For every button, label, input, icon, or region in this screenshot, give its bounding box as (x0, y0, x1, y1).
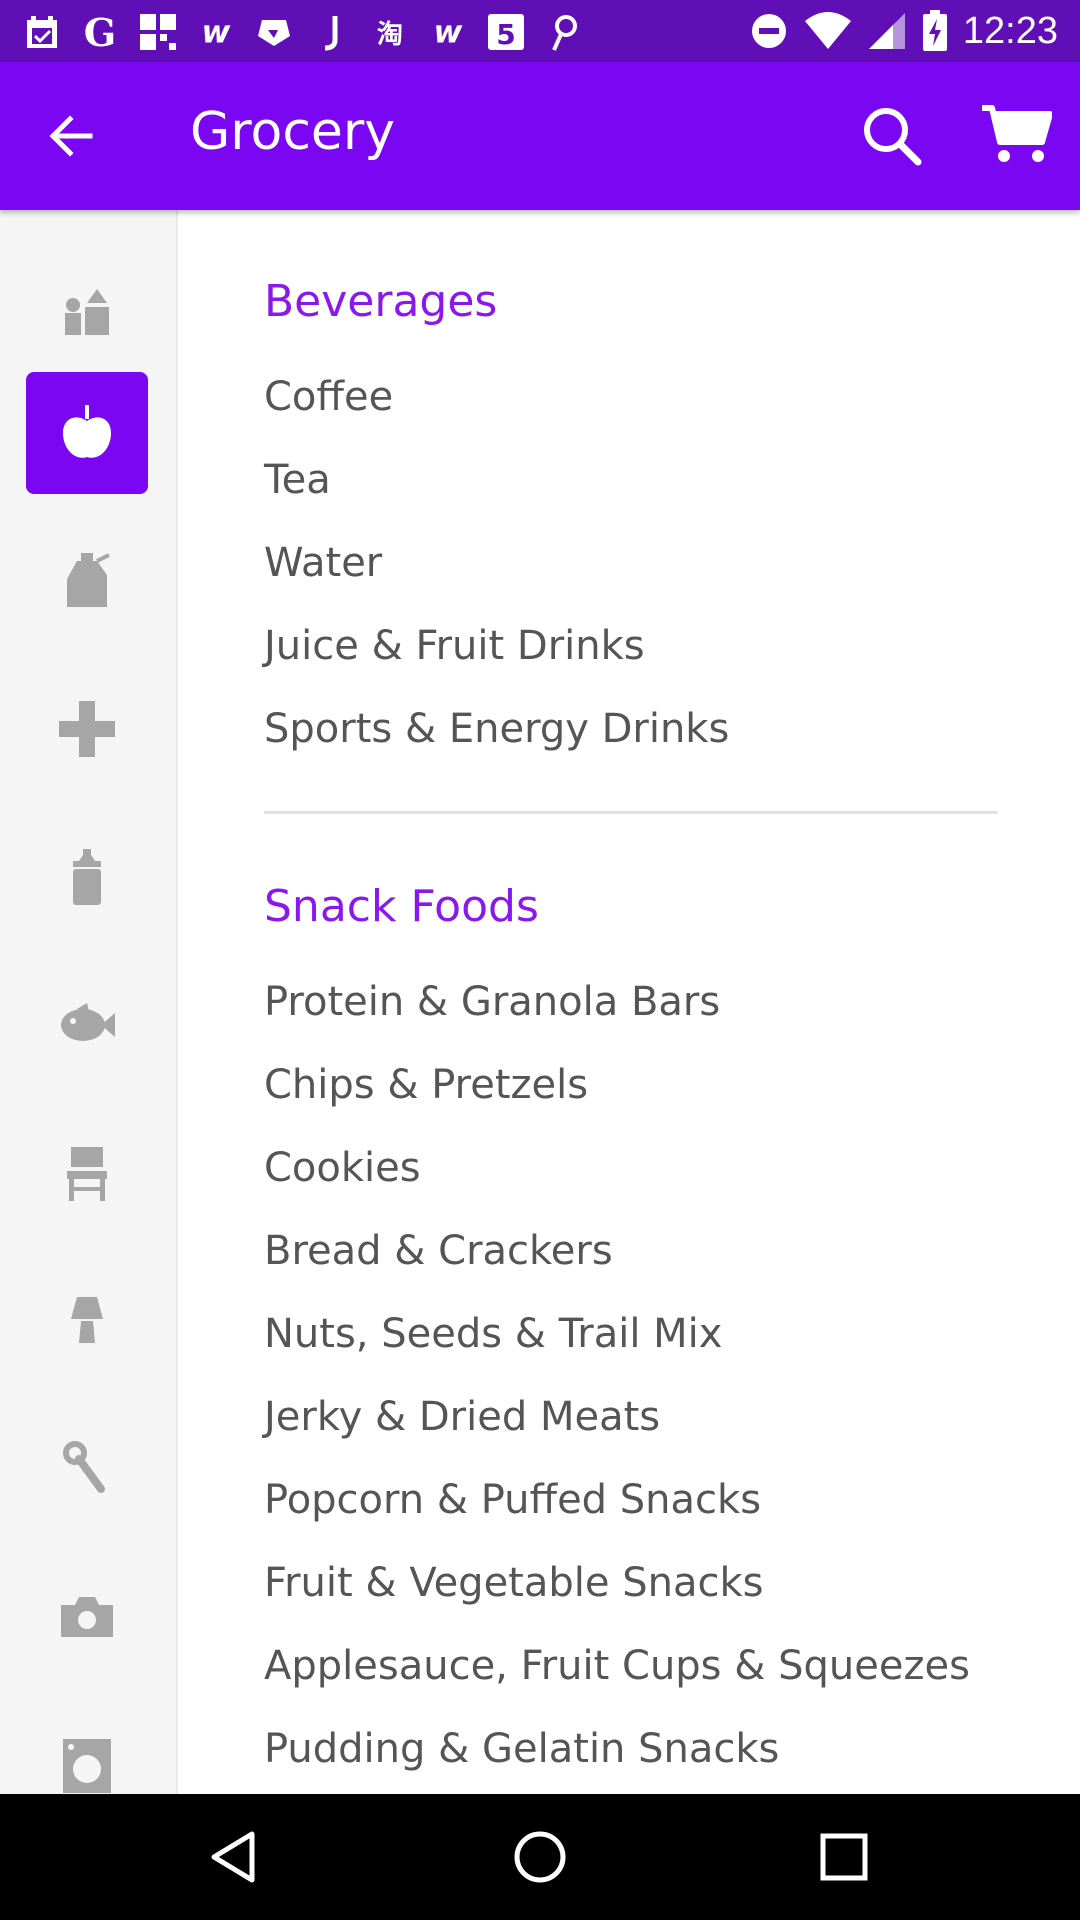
status-bar: G w 淘 w 5 12:23 (0, 0, 1080, 62)
sidebar-item-baby[interactable] (26, 816, 148, 938)
list-item[interactable]: Sports & Energy Drinks (264, 706, 729, 752)
list-item[interactable]: Juice & Fruit Drinks (264, 623, 645, 669)
back-button[interactable] (42, 106, 102, 166)
list-item[interactable]: Jerky & Dried Meats (264, 1394, 660, 1440)
svg-text:5: 5 (496, 18, 515, 51)
svg-text:淘: 淘 (377, 20, 403, 50)
apple-icon (63, 405, 111, 458)
notification-icons: G w 淘 w 5 (22, 10, 584, 54)
sidebar-item-health[interactable] (26, 668, 148, 790)
sidebar-item-appliances[interactable] (26, 1704, 148, 1794)
j-icon (312, 12, 352, 52)
pinterest-icon (544, 12, 584, 52)
svg-text:G: G (84, 12, 116, 52)
list-item[interactable]: Coffee (264, 374, 393, 420)
back-triangle-icon (211, 1831, 255, 1883)
search-icon (864, 108, 922, 166)
system-nav-bar (0, 1794, 1080, 1920)
pet-fish-icon (61, 1003, 115, 1041)
health-plus-icon (59, 701, 115, 757)
calendar-icon (22, 12, 62, 52)
nav-recents-button[interactable] (809, 1822, 879, 1892)
camera-icon (61, 1597, 113, 1637)
wrench-icon (63, 1441, 105, 1493)
section-title-snack-foods: Snack Foods (264, 881, 539, 932)
arrow-back-icon (49, 115, 93, 157)
svg-text:w: w (202, 14, 231, 50)
toys-icon (65, 289, 109, 335)
section-title-beverages: Beverages (264, 276, 498, 327)
bottle-icon (67, 553, 110, 607)
list-item[interactable]: Cookies (264, 1145, 421, 1191)
cart-icon (982, 105, 1053, 162)
app-bar: Grocery (0, 62, 1080, 210)
shield-icon (254, 12, 294, 52)
lamp-icon (71, 1297, 103, 1343)
baby-bottle-icon (73, 849, 101, 905)
taobao-icon: 淘 (370, 12, 410, 52)
list-item[interactable]: Bread & Crackers (264, 1228, 613, 1274)
sidebar-item-household[interactable] (26, 520, 148, 642)
list-item[interactable]: Tea (264, 457, 331, 503)
recents-square-icon (820, 1833, 868, 1881)
search-button[interactable] (858, 102, 926, 170)
svg-text:w: w (434, 14, 463, 50)
sidebar-item-home-decor[interactable] (26, 1260, 148, 1382)
system-status: 12:23 (749, 8, 1058, 54)
category-list: Beverages Coffee Tea Water Juice & Fruit… (178, 210, 1080, 1794)
cart-button[interactable] (980, 100, 1053, 172)
html5-icon: 5 (486, 12, 526, 52)
list-item[interactable]: Fruit & Vegetable Snacks (264, 1560, 763, 1606)
list-item[interactable]: Applesauce, Fruit Cups & Squeezes (264, 1643, 970, 1689)
home-circle-icon (514, 1831, 566, 1883)
grid-icon (138, 12, 178, 52)
sidebar-item-grocery[interactable] (26, 372, 148, 494)
list-item[interactable]: Popcorn & Puffed Snacks (264, 1477, 761, 1523)
battery-charging-icon (922, 10, 947, 51)
list-item[interactable]: Chips & Pretzels (264, 1062, 588, 1108)
g-icon: G (80, 12, 120, 52)
nav-back-button[interactable] (200, 1822, 270, 1892)
sidebar-item-electronics[interactable] (26, 1556, 148, 1678)
w-icon: w (196, 12, 236, 52)
clock: 12:23 (962, 9, 1058, 52)
dnd-icon (751, 14, 786, 48)
list-item[interactable]: Protein & Granola Bars (264, 979, 720, 1025)
nav-home-button[interactable] (505, 1822, 575, 1892)
w-icon: w (428, 12, 468, 52)
page-title: Grocery (190, 102, 396, 162)
list-item[interactable]: Water (264, 540, 382, 586)
washer-icon (63, 1739, 111, 1793)
chair-icon (67, 1147, 107, 1201)
sidebar-item-furniture[interactable] (26, 1112, 148, 1234)
sidebar-item-tools[interactable] (26, 1408, 148, 1530)
list-item[interactable]: Pudding & Gelatin Snacks (264, 1726, 779, 1772)
sidebar-item-pets[interactable] (26, 964, 148, 1086)
section-divider (264, 811, 998, 814)
sidebar-item-toys[interactable] (26, 252, 148, 374)
list-item[interactable]: Nuts, Seeds & Trail Mix (264, 1311, 722, 1357)
wifi-icon (804, 12, 851, 49)
signal-icon (868, 13, 905, 49)
category-sidebar (0, 210, 178, 1794)
